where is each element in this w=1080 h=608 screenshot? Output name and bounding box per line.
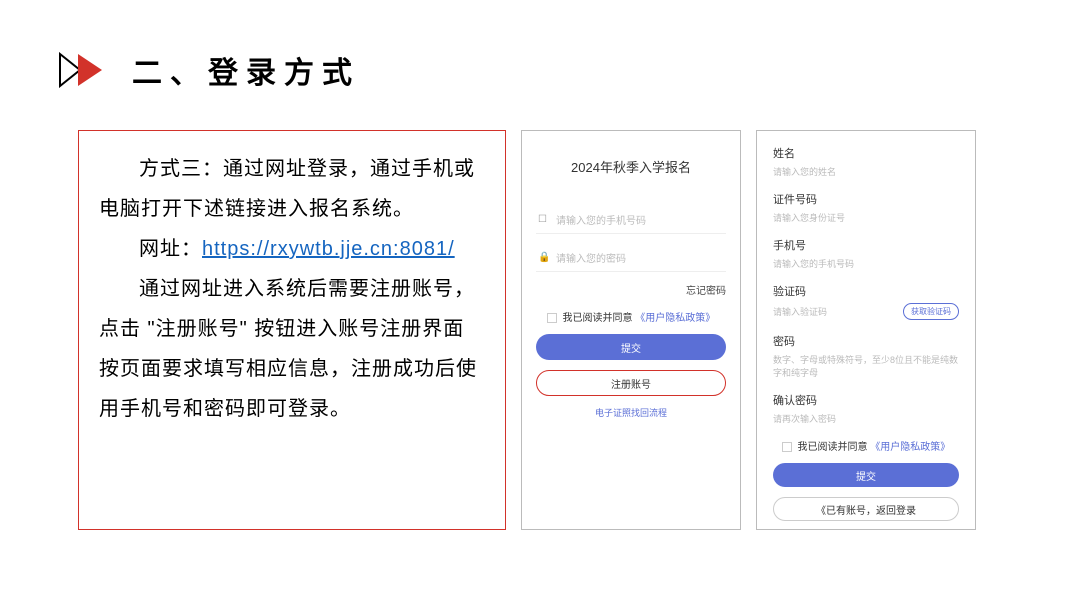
password-placeholder: 请输入您的密码 [556,250,626,265]
slide-header: 二、登录方式 [0,0,1080,92]
reg-pwd2-placeholder: 请再次输入密码 [773,412,959,425]
desc-para-1: 方式三：通过网址登录，通过手机或电脑打开下述链接进入报名系统。 [99,149,485,229]
registration-url-link[interactable]: https://rxywtb.jje.cn:8081/ [202,238,455,260]
get-code-button[interactable]: 获取验证码 [903,303,959,320]
reg-pwd2-field[interactable]: 确认密码 请再次输入密码 [773,392,959,425]
register-screen-mockup: 姓名 请输入您的姓名 证件号码 请输入您身份证号 手机号 请输入您的手机号码 验… [756,130,976,530]
reg-phone-label: 手机号 [773,237,959,253]
code-field[interactable]: 验证码 请输入验证码 获取验证码 [773,283,959,320]
phone-icon: ☐ [538,214,550,225]
reg-policy-row: 我已阅读并同意 《用户隐私政策》 [773,438,959,453]
reg-phone-placeholder: 请输入您的手机号码 [773,257,959,270]
submit-button[interactable]: 提交 [536,334,726,360]
login-title: 2024年秋季入学报名 [536,157,726,176]
url-label: 网址： [139,238,202,260]
reg-pwd-field[interactable]: 密码 数字、字母或特殊符号，至少8位且不能是纯数字和纯字母 [773,333,959,379]
forgot-password-link[interactable]: 忘记密码 [536,282,726,297]
slide-title: 二、登录方式 [132,48,360,92]
reg-submit-button[interactable]: 提交 [773,463,959,487]
name-field[interactable]: 姓名 请输入您的姓名 [773,145,959,178]
id-field[interactable]: 证件号码 请输入您身份证号 [773,191,959,224]
slide-content: 方式三：通过网址登录，通过手机或电脑打开下述链接进入报名系统。 网址：https… [0,92,1080,530]
logo-icon [58,52,112,88]
code-label: 验证码 [773,283,959,299]
policy-link[interactable]: 《用户隐私政策》 [635,313,715,324]
desc-para-2: 网址：https://rxywtb.jje.cn:8081/ [99,229,485,269]
code-placeholder: 请输入验证码 [773,305,827,318]
reg-pwd2-label: 确认密码 [773,392,959,408]
reg-policy-checkbox[interactable] [782,442,792,452]
description-box: 方式三：通过网址登录，通过手机或电脑打开下述链接进入报名系统。 网址：https… [78,130,506,530]
policy-checkbox[interactable] [547,313,557,323]
phone-input[interactable]: ☐ 请输入您的手机号码 [536,206,726,234]
desc-para-3: 通过网址进入系统后需要注册账号，点击 "注册账号" 按钮进入账号注册界面按页面要… [99,269,485,429]
policy-text: 我已阅读并同意 [563,313,633,324]
id-label: 证件号码 [773,191,959,207]
back-to-login-button[interactable]: 《已有账号，返回登录 [773,497,959,521]
reg-pwd-placeholder: 数字、字母或特殊符号，至少8位且不能是纯数字和纯字母 [773,353,959,379]
name-label: 姓名 [773,145,959,161]
password-input[interactable]: 🔒 请输入您的密码 [536,244,726,272]
phone-placeholder: 请输入您的手机号码 [556,212,646,227]
policy-row: 我已阅读并同意 《用户隐私政策》 [536,309,726,324]
reg-phone-field[interactable]: 手机号 请输入您的手机号码 [773,237,959,270]
lock-icon: 🔒 [538,252,550,263]
reg-policy-link[interactable]: 《用户隐私政策》 [870,442,950,453]
id-placeholder: 请输入您身份证号 [773,211,959,224]
login-screen-mockup: 2024年秋季入学报名 ☐ 请输入您的手机号码 🔒 请输入您的密码 忘记密码 我… [521,130,741,530]
cert-recovery-link[interactable]: 电子证照找回流程 [536,406,726,419]
reg-pwd-label: 密码 [773,333,959,349]
reg-policy-text: 我已阅读并同意 [798,442,868,453]
name-placeholder: 请输入您的姓名 [773,165,959,178]
register-button[interactable]: 注册账号 [536,370,726,396]
